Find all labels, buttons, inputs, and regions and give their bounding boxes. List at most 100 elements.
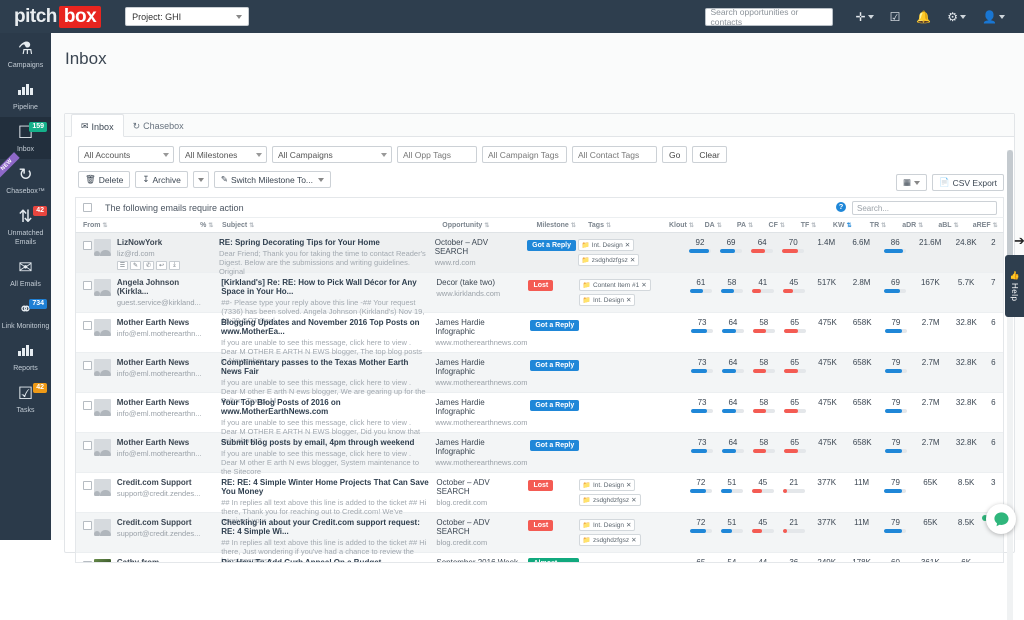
table-row[interactable]: Angela Johnson (Kirkla...guest.service@k… — [76, 273, 1003, 313]
row-opportunity-cell[interactable]: October – ADV SEARCHblog.credit.com — [436, 478, 528, 507]
tag-remove-icon[interactable]: ✕ — [631, 496, 636, 504]
sidebar-item-tasks[interactable]: ☑Tasks42 — [0, 378, 51, 420]
global-search-input[interactable]: Search opportunities or contacts — [705, 8, 833, 26]
row-checkbox[interactable] — [83, 561, 92, 563]
status-badge[interactable]: Lost — [528, 280, 553, 291]
column-header-aref[interactable]: aREF⇅ — [967, 222, 1003, 229]
pitchbox-logo[interactable]: pitch box — [14, 6, 101, 28]
sort-icon[interactable]: ⇅ — [606, 222, 611, 229]
reply-icon[interactable]: ↩ — [156, 261, 167, 270]
table-row[interactable]: Credit.com Supportsupport@credit.zendes.… — [76, 473, 1003, 513]
row-checkbox[interactable] — [83, 321, 92, 330]
archive-dropdown-button[interactable] — [193, 171, 209, 188]
row-subject-cell[interactable]: RE: Spring Decorating Tips for Your Home… — [219, 238, 435, 276]
tag-chip[interactable]: 📁Int. Design✕ — [579, 294, 636, 306]
column-header-tf[interactable]: TF⇅ — [793, 222, 825, 229]
sidebar-item-reports[interactable]: Reports — [0, 336, 51, 378]
tab-chasebox[interactable]: ↻Chasebox — [124, 114, 193, 136]
go-button[interactable]: Go — [662, 146, 687, 163]
tag-remove-icon[interactable]: ✕ — [626, 481, 631, 489]
sidebar-item-all-emails[interactable]: ✉All Emails — [0, 252, 51, 294]
tasks-check-icon[interactable]: ☑ — [883, 10, 908, 24]
sort-icon[interactable]: ⇅ — [847, 222, 852, 229]
filter-input-all-contact-tags[interactable]: All Contact Tags — [572, 146, 657, 163]
column-header-abl[interactable]: aBL⇅ — [930, 222, 968, 229]
switch-milestone-button[interactable]: ✎ Switch Milestone To... — [214, 171, 331, 188]
sort-icon[interactable]: ⇅ — [811, 222, 816, 229]
column-header-pa[interactable]: PA⇅ — [729, 222, 761, 229]
delete-button[interactable]: 🗑 Delete — [78, 171, 130, 188]
column-chooser-button[interactable]: ▦ — [896, 174, 927, 191]
chat-widget-button[interactable] — [986, 504, 1016, 534]
status-badge[interactable]: Got a Reply — [530, 360, 579, 371]
add-icon[interactable]: ✛ — [849, 10, 881, 24]
sidebar-item-inbox[interactable]: ☐Inbox159 — [0, 117, 51, 159]
tag-chip[interactable]: 📁zsdghdzfgsz✕ — [579, 494, 641, 506]
status-badge[interactable]: Almost There — [528, 558, 578, 563]
row-subject-cell[interactable]: Re: How To Add Curb Appeal On a BudgetHi… — [221, 558, 436, 563]
help-tab[interactable]: 👍 Help — [1005, 255, 1024, 317]
filter-select-all-milestones[interactable]: All Milestones — [179, 146, 267, 163]
row-opportunity-cell[interactable]: James Hardie Infographicwww.motherearthn… — [435, 358, 530, 387]
tag-remove-icon[interactable]: ✕ — [626, 521, 631, 529]
status-badge[interactable]: Got a Reply — [527, 240, 576, 251]
row-opportunity-cell[interactable]: September 2016 Week 1fabulesslyfrugal.co… — [436, 558, 528, 563]
sort-icon[interactable]: ⇅ — [993, 222, 998, 229]
note-icon[interactable]: ☰ — [117, 261, 128, 270]
sort-icon[interactable]: ⇅ — [249, 222, 254, 229]
column-header-cf[interactable]: CF⇅ — [761, 222, 793, 229]
filter-select-all-campaigns[interactable]: All Campaigns — [272, 146, 392, 163]
sort-icon[interactable]: ⇅ — [484, 222, 489, 229]
filter-input-all-opp-tags[interactable]: All Opp Tags — [397, 146, 477, 163]
select-all-checkbox[interactable] — [83, 203, 92, 212]
sidebar-item-link-monitoring[interactable]: ⚭Link Monitoring734 — [0, 294, 51, 336]
row-checkbox[interactable] — [83, 361, 92, 370]
table-row[interactable]: Mother Earth Newsinfo@eml.motherearthn..… — [76, 393, 1003, 433]
table-search-input[interactable]: Search... — [852, 201, 997, 215]
tag-remove-icon[interactable]: ✕ — [641, 281, 646, 289]
column-header-opportunity[interactable]: Opportunity⇅ — [442, 222, 536, 229]
sort-icon[interactable]: ⇅ — [954, 222, 959, 229]
row-opportunity-cell[interactable]: October – ADV SEARCHwww.rd.com — [435, 238, 527, 267]
sidebar-item-chasebox[interactable]: ↻Chasebox™NEW — [0, 159, 51, 201]
sort-icon[interactable]: ⇅ — [208, 222, 213, 229]
sort-icon[interactable]: ⇅ — [748, 222, 753, 229]
row-opportunity-cell[interactable]: James Hardie Infographicwww.motherearthn… — [435, 318, 530, 347]
edit-icon[interactable]: ✎ — [130, 261, 141, 270]
help-info-icon[interactable]: ? — [836, 202, 846, 212]
table-row[interactable]: Mother Earth Newsinfo@eml.motherearthn..… — [76, 313, 1003, 353]
csv-export-button[interactable]: 📄 CSV Export — [932, 174, 1004, 191]
row-opportunity-cell[interactable]: Decor (take two)www.kirklands.com — [436, 278, 528, 298]
column-header-kw[interactable]: KW⇅ — [824, 222, 860, 229]
row-subject-cell[interactable]: Checking in about your Credit.com suppor… — [221, 518, 436, 563]
column-header-adr[interactable]: aDR⇅ — [896, 222, 930, 229]
clear-button[interactable]: Clear — [692, 146, 726, 163]
status-badge[interactable]: Lost — [528, 520, 553, 531]
archive-button[interactable]: ↧ Archive — [135, 171, 187, 188]
table-row[interactable]: LizNowYorkliz@rd.com☰✎✆↩⤓RE: Spring Deco… — [76, 233, 1003, 273]
sort-icon[interactable]: ⇅ — [103, 222, 108, 229]
row-checkbox[interactable] — [83, 481, 92, 490]
project-select[interactable]: Project: GHI — [125, 7, 249, 26]
filter-select-all-accounts[interactable]: All Accounts — [78, 146, 174, 163]
row-subject-cell[interactable]: Submit blog posts by email, 4pm through … — [221, 438, 435, 476]
tag-chip[interactable]: 📁Int. Design✕ — [579, 479, 636, 491]
sort-icon[interactable]: ⇅ — [717, 222, 722, 229]
notifications-bell-icon[interactable]: 🔔 — [909, 10, 938, 24]
sort-icon[interactable]: ⇅ — [881, 222, 886, 229]
column-header-klout[interactable]: Klout⇅ — [666, 222, 698, 229]
filter-input-all-campaign-tags[interactable]: All Campaign Tags — [482, 146, 567, 163]
row-opportunity-cell[interactable]: James Hardie Infographicwww.motherearthn… — [435, 438, 530, 467]
row-checkbox[interactable] — [83, 241, 92, 250]
archive-icon[interactable]: ⤓ — [169, 261, 180, 270]
status-badge[interactable]: Got a Reply — [530, 440, 579, 451]
sidebar-item-unmatched-emails[interactable]: ⇅Unmatched Emails42 — [0, 201, 51, 252]
column-header-subject[interactable]: Subject⇅ — [222, 222, 442, 229]
column-header-from[interactable]: From⇅ — [83, 222, 200, 229]
tag-remove-icon[interactable]: ✕ — [626, 296, 631, 304]
row-opportunity-cell[interactable]: October – ADV SEARCHblog.credit.com — [436, 518, 528, 547]
column-header-pct[interactable]: %⇅ — [200, 222, 222, 229]
vertical-scrollbar[interactable] — [1007, 150, 1013, 620]
table-row[interactable]: Cathy from Fabuiessly ...cathy@fabulessl… — [76, 553, 1003, 563]
tag-chip[interactable]: 📁Int. Design✕ — [579, 519, 636, 531]
